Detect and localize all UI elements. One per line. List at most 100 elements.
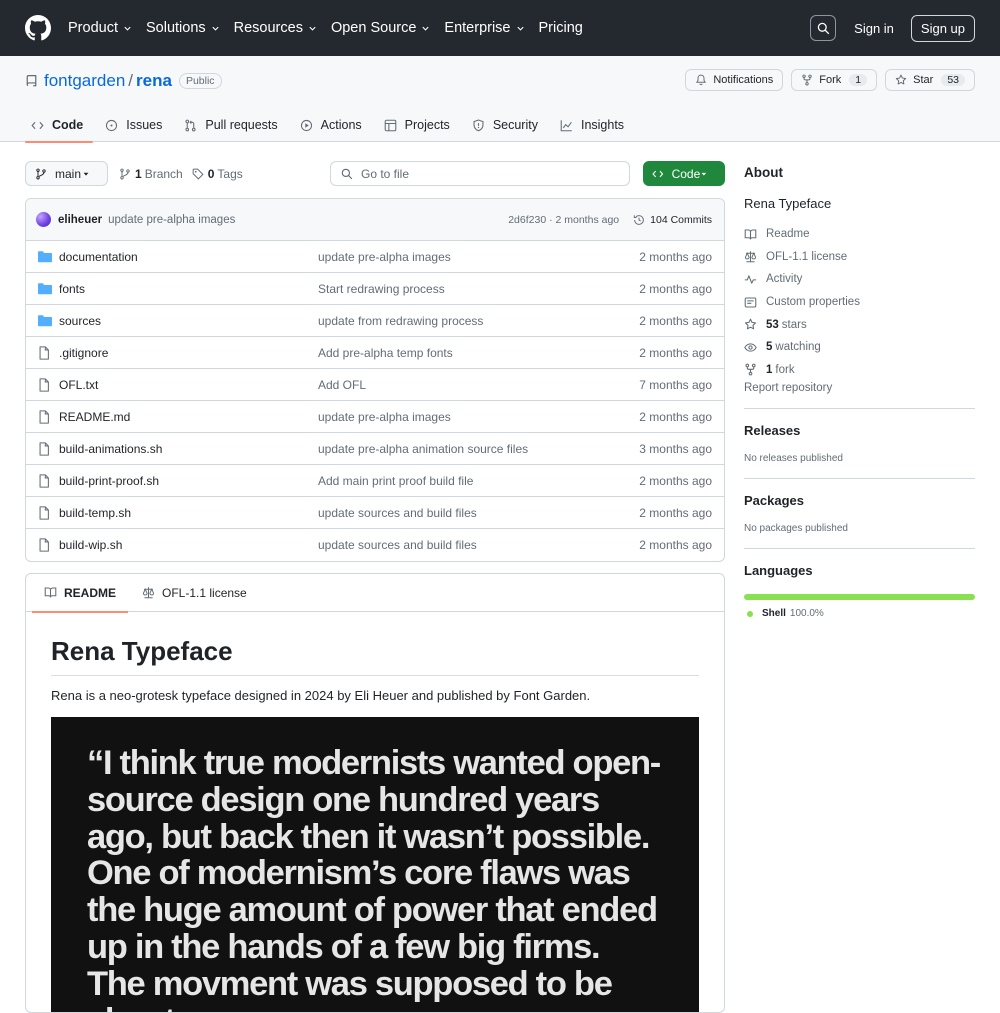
search-icon [341, 168, 353, 179]
watchers-link[interactable]: 5 watching [744, 336, 975, 359]
language-item[interactable]: Shell 100.0% [744, 608, 975, 619]
branches-link[interactable]: 1 Branch [119, 167, 183, 181]
file-commit-message[interactable]: update pre-alpha images [318, 410, 639, 424]
file-name[interactable]: documentation [59, 250, 318, 264]
nav-product[interactable]: Product [68, 20, 132, 36]
nav-solutions[interactable]: Solutions [146, 20, 220, 36]
tab-projects-label: Projects [404, 118, 450, 132]
readme-tabs: README OFL-1.1 license [26, 574, 724, 613]
tab-insights[interactable]: Insights [554, 108, 634, 142]
tab-actions[interactable]: Actions [294, 108, 372, 142]
tag-count: 0 [207, 166, 215, 181]
stars-link[interactable]: 53 stars [744, 313, 975, 336]
file-row[interactable]: fonts Start redrawing process 2 months ago [26, 273, 724, 305]
repo-title: fontgarden / rena Public [25, 71, 222, 91]
star-button[interactable]: Star 53 [885, 69, 975, 91]
nav-resources[interactable]: Resources [234, 20, 317, 36]
go-to-file-placeholder: Go to file [361, 166, 410, 181]
global-header: Product Solutions Resources Open Source … [0, 0, 1000, 56]
shield-icon [473, 118, 484, 131]
file-name[interactable]: OFL.txt [59, 378, 318, 392]
tab-issues-label: Issues [126, 118, 163, 132]
file-name[interactable]: build-animations.sh [59, 442, 318, 456]
tab-projects[interactable]: Projects [378, 108, 460, 142]
tab-readme[interactable]: README [31, 574, 129, 613]
file-commit-message[interactable]: update sources and build files [318, 538, 639, 552]
repository-header: fontgarden / rena Public Notifications F… [0, 56, 1000, 143]
file-row[interactable]: build-wip.sh update sources and build fil… [26, 529, 724, 561]
file-icon-wrap [38, 345, 52, 360]
file-commit-message[interactable]: Add pre-alpha temp fonts [318, 346, 639, 360]
watching-label: watching [775, 341, 821, 354]
nav-enterprise[interactable]: Enterprise [444, 20, 524, 36]
sign-in-link[interactable]: Sign in [854, 21, 894, 36]
file-commit-message[interactable]: Add OFL [318, 378, 639, 392]
file-row[interactable]: build-temp.sh update sources and build fi… [26, 497, 724, 529]
custom-properties-link[interactable]: Custom properties [744, 291, 975, 314]
file-row[interactable]: README.md update pre-alpha images 2 months… [26, 401, 724, 433]
folder-icon [38, 315, 52, 327]
go-to-file-input[interactable]: Go to file [330, 161, 630, 186]
commit-message[interactable]: update pre-alpha images [108, 214, 235, 226]
releases-heading[interactable]: Releases [744, 423, 975, 438]
file-name[interactable]: sources [59, 314, 318, 328]
file-commit-message[interactable]: Add main print proof build file [318, 474, 639, 488]
file-row[interactable]: documentation update pre-alpha images 2 mo… [26, 241, 724, 273]
commits-link[interactable]: 104 Commits [633, 214, 712, 226]
fork-button[interactable]: Fork 1 [791, 69, 878, 91]
search-icon [817, 22, 829, 34]
pulse-icon [744, 275, 757, 284]
language-name: Shell [762, 608, 786, 620]
avatar[interactable] [36, 212, 51, 227]
license-link[interactable]: OFL-1.1 license [744, 246, 975, 269]
file-name[interactable]: build-wip.sh [59, 538, 318, 552]
about-heading: About [744, 165, 783, 180]
sign-up-button[interactable]: Sign up [910, 14, 975, 42]
code-button[interactable]: Code [643, 161, 725, 186]
repo-name-link[interactable]: rena [136, 71, 172, 91]
packages-heading[interactable]: Packages [744, 493, 975, 508]
tab-code[interactable]: Code [25, 108, 94, 143]
file-row[interactable]: build-animations.sh update pre-alpha anim… [26, 433, 724, 465]
commit-hash-time[interactable]: 2d6f230 · 2 months ago [508, 214, 619, 226]
branch-selector[interactable]: main [25, 161, 108, 186]
nav-open-source-label: Open Source [330, 20, 417, 36]
tab-security[interactable]: Security [466, 108, 548, 142]
notifications-button[interactable]: Notifications [685, 69, 784, 91]
file-name[interactable]: build-temp.sh [59, 506, 318, 520]
readme-link[interactable]: Readme [744, 223, 975, 246]
report-repository-link[interactable]: Report repository [744, 382, 975, 394]
forks-link[interactable]: 1 fork [744, 359, 975, 382]
bell-icon [696, 74, 707, 86]
custom-properties-label: Custom properties [766, 296, 860, 309]
commit-author[interactable]: eliheuer [58, 214, 102, 226]
file-name[interactable]: fonts [59, 282, 318, 296]
file-name[interactable]: build-print-proof.sh [59, 474, 318, 488]
tab-license[interactable]: OFL-1.1 license [136, 574, 253, 612]
file-commit-message[interactable]: update sources and build files [318, 506, 639, 520]
nav-open-source[interactable]: Open Source [331, 20, 430, 36]
file-row[interactable]: .gitignore Add pre-alpha temp fonts 2 mont… [26, 337, 724, 369]
file-row[interactable]: OFL.txt Add OFL 7 months ago [26, 369, 724, 401]
nav-pricing[interactable]: Pricing [539, 20, 583, 36]
file-commit-message[interactable]: update pre-alpha animation source files [318, 442, 639, 456]
github-logo-icon[interactable] [25, 15, 51, 41]
readme-intro: Rena is a neo-grotesk typeface designed … [51, 688, 591, 703]
file-name[interactable]: .gitignore [59, 346, 318, 360]
file-icon-wrap [38, 538, 52, 552]
file-commit-message[interactable]: Start redrawing process [318, 282, 639, 296]
file-commit-message[interactable]: update from redrawing process [318, 314, 639, 328]
fork-count: 1 [766, 363, 773, 376]
visibility-badge: Public [178, 73, 222, 89]
branch-icon [120, 168, 130, 179]
tags-link[interactable]: 0 Tags [192, 167, 243, 181]
repo-owner-link[interactable]: fontgarden [44, 71, 125, 91]
file-name[interactable]: README.md [59, 410, 318, 424]
tab-pull-requests[interactable]: Pull requests [178, 108, 287, 142]
activity-link[interactable]: Activity [744, 268, 975, 291]
tab-issues[interactable]: Issues [99, 108, 172, 142]
file-commit-message[interactable]: update pre-alpha images [318, 250, 639, 264]
search-button[interactable] [810, 15, 837, 41]
file-row[interactable]: sources update from redrawing process 2 mo… [26, 305, 724, 337]
file-row[interactable]: build-print-proof.sh Add main print proof… [26, 465, 724, 497]
